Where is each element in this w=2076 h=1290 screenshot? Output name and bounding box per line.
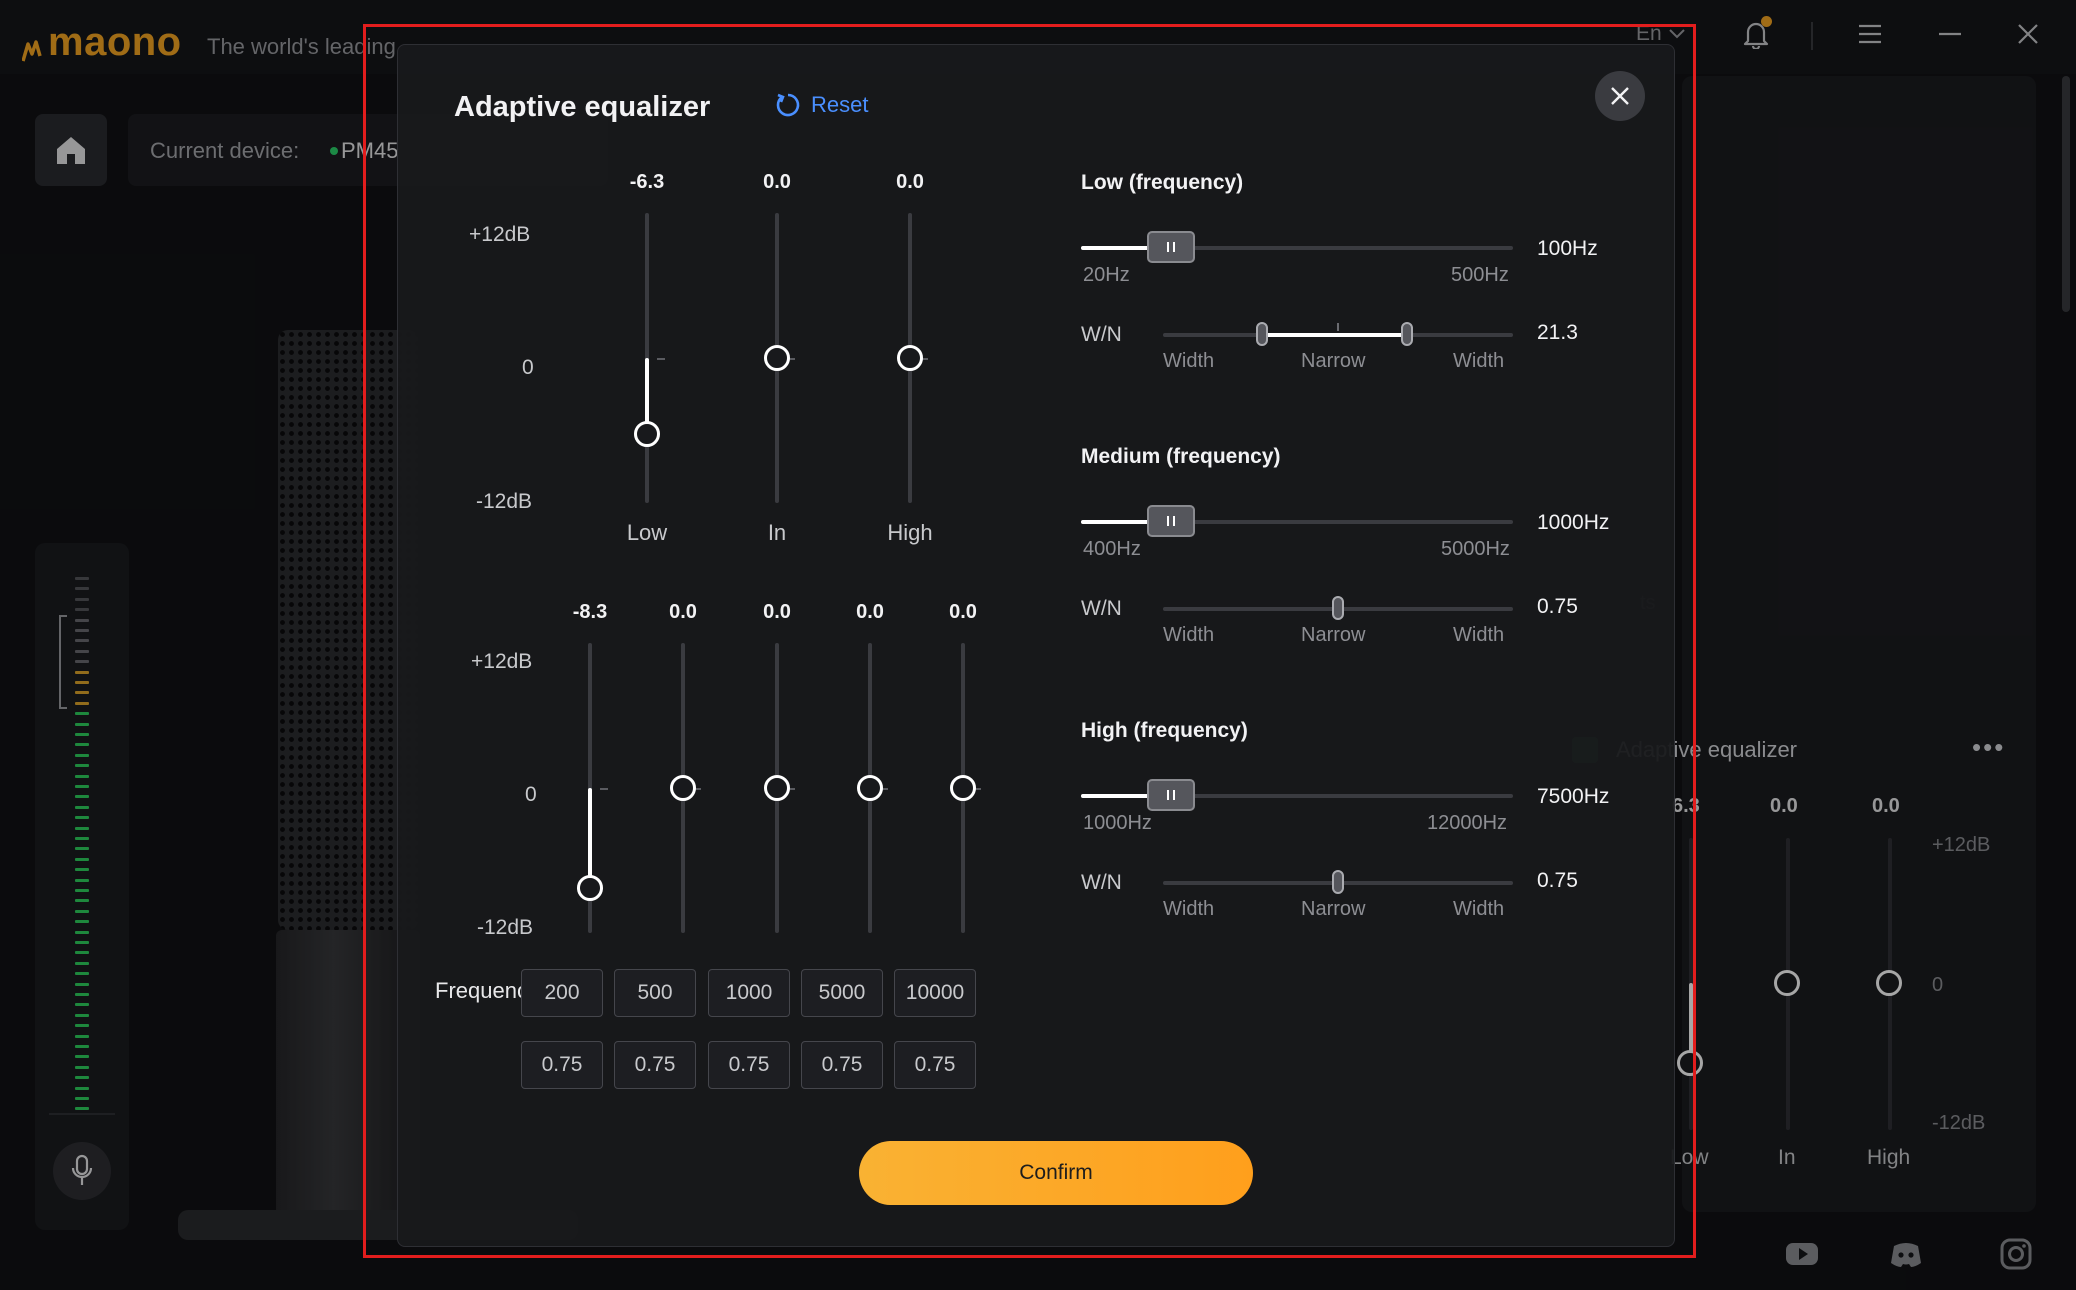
confirm-button[interactable]: Confirm — [859, 1141, 1253, 1205]
bottom-eq-value: 0.0 — [669, 601, 697, 623]
top-eq-band-label: Low — [626, 520, 668, 545]
frequency-input[interactable]: 10000 — [894, 969, 976, 1017]
high-wn-left-label: Width — [1163, 898, 1215, 920]
top-eq-db-mid: 0 — [522, 356, 534, 379]
q-input[interactable]: 0.75 — [708, 1041, 790, 1089]
frequency-input[interactable]: 200 — [521, 969, 603, 1017]
medium-wn-right-label: Width — [1453, 624, 1505, 646]
frequency-input[interactable]: 1000 — [708, 969, 790, 1017]
reset-label: Reset — [811, 92, 869, 117]
medium-frequency-min: 400Hz — [1083, 538, 1141, 560]
close-dialog-button[interactable] — [1595, 71, 1645, 121]
close-icon — [1611, 87, 1629, 105]
top-eq-band-label: High — [887, 520, 933, 545]
adaptive-equalizer-dialog: Adaptive equalizer Reset +12dB 0 -12dB -… — [397, 44, 1675, 1247]
low-wn-right-label: Width — [1453, 350, 1505, 372]
bottom-eq-zero-tick — [600, 788, 608, 790]
medium-frequency-slider[interactable] — [1081, 505, 1513, 537]
top-eq-band-label: In — [767, 520, 787, 545]
medium-wn-center-label: Narrow — [1301, 624, 1366, 646]
frequency-input[interactable]: 500 — [614, 969, 696, 1017]
high-frequency-slider[interactable] — [1081, 779, 1513, 811]
low-wn-label: W/N — [1081, 323, 1122, 346]
medium-frequency-value: 1000Hz — [1537, 511, 1610, 534]
medium-wn-label: W/N — [1081, 597, 1122, 620]
medium-frequency-thumb[interactable] — [1147, 505, 1195, 537]
low-frequency-max: 500Hz — [1451, 264, 1509, 286]
frequency-input[interactable]: 5000 — [801, 969, 883, 1017]
high-wn-slider[interactable] — [1163, 870, 1513, 894]
bottom-eq-db-bottom: -12dB — [477, 916, 534, 939]
low-wn-thumb-left[interactable] — [1256, 322, 1268, 346]
high-wn-center-label: Narrow — [1301, 898, 1366, 920]
top-eq-zero-tick — [657, 358, 665, 360]
medium-frequency-max: 5000Hz — [1441, 538, 1510, 560]
low-wn-center-tick — [1337, 323, 1339, 331]
bottom-eq-knob-0[interactable] — [577, 875, 603, 902]
q-input[interactable]: 0.75 — [521, 1041, 603, 1089]
bottom-eq-db-mid: 0 — [525, 783, 537, 806]
bottom-eq-knob-3[interactable] — [857, 775, 883, 801]
medium-wn-left-label: Width — [1163, 624, 1215, 646]
medium-wn-slider[interactable] — [1163, 596, 1513, 620]
low-frequency-slider[interactable] — [1081, 231, 1513, 263]
low-wn-value: 21.3 — [1537, 321, 1578, 344]
bottom-eq-knob-4[interactable] — [950, 775, 976, 801]
low-frequency-thumb[interactable] — [1147, 231, 1195, 263]
q-input[interactable]: 0.75 — [801, 1041, 883, 1089]
high-wn-label: W/N — [1081, 871, 1122, 894]
high-frequency-thumb[interactable] — [1147, 779, 1195, 811]
top-eq-value: -6.3 — [629, 171, 665, 193]
top-eq-knob-2[interactable] — [897, 345, 923, 371]
medium-frequency-title: Medium (frequency) — [1081, 445, 1281, 468]
reset-icon — [776, 93, 800, 117]
low-frequency-value: 100Hz — [1537, 237, 1598, 260]
low-frequency-min: 20Hz — [1083, 264, 1130, 286]
low-wn-left-label: Width — [1163, 350, 1215, 372]
q-input[interactable]: 0.75 — [894, 1041, 976, 1089]
bottom-eq-value: -8.3 — [572, 601, 608, 623]
low-wn-thumb-right[interactable] — [1401, 322, 1413, 346]
top-eq-db-bottom: -12dB — [476, 490, 533, 513]
bottom-eq-value: 0.0 — [856, 601, 884, 623]
top-eq-knob-1[interactable] — [764, 345, 790, 371]
bottom-eq-value: 0.0 — [763, 601, 791, 623]
top-eq-db-top: +12dB — [469, 223, 531, 246]
top-eq-knob-0[interactable] — [634, 421, 660, 448]
confirm-label: Confirm — [1019, 1161, 1093, 1184]
high-frequency-max: 12000Hz — [1427, 812, 1508, 834]
bottom-eq-knob-2[interactable] — [764, 775, 790, 801]
bottom-eq-value: 0.0 — [949, 601, 977, 623]
q-input[interactable]: 0.75 — [614, 1041, 696, 1089]
low-wn-center-label: Narrow — [1301, 350, 1366, 372]
medium-wn-value: 0.75 — [1537, 595, 1578, 618]
top-eq-value: 0.0 — [896, 171, 924, 193]
high-wn-thumb[interactable] — [1332, 870, 1344, 894]
low-frequency-title: Low (frequency) — [1081, 171, 1244, 194]
high-frequency-title: High (frequency) — [1081, 719, 1248, 742]
dialog-title: Adaptive equalizer — [454, 91, 711, 123]
high-wn-value: 0.75 — [1537, 869, 1578, 892]
low-wn-fill — [1262, 333, 1407, 337]
top-eq-value: 0.0 — [763, 171, 791, 193]
high-frequency-value: 7500Hz — [1537, 785, 1610, 808]
bottom-eq-db-top: +12dB — [471, 650, 533, 673]
low-wn-slider[interactable] — [1163, 322, 1513, 346]
reset-button[interactable]: Reset — [775, 92, 868, 118]
high-frequency-min: 1000Hz — [1083, 812, 1152, 834]
bottom-eq-fill-0 — [588, 788, 592, 889]
high-wn-right-label: Width — [1453, 898, 1505, 920]
medium-wn-thumb[interactable] — [1332, 596, 1344, 620]
bottom-eq-knob-1[interactable] — [670, 775, 696, 801]
